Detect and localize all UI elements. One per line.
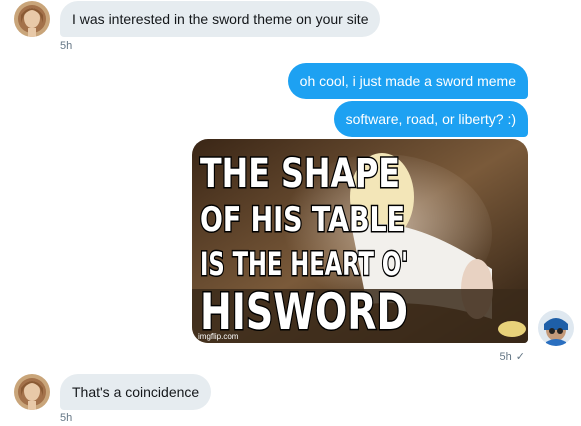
- meme-caption-line: THE SHAPE: [200, 151, 400, 197]
- user-avatar[interactable]: [538, 310, 574, 346]
- meme-caption-line: OF HIS TABLE: [200, 200, 405, 240]
- incoming-message[interactable]: That's a coincidence: [60, 374, 212, 410]
- message-timestamp: 5h ✓: [500, 350, 525, 363]
- incoming-message[interactable]: I was interested in the sword theme on y…: [60, 1, 381, 37]
- contact-avatar[interactable]: [14, 1, 50, 37]
- message-timestamp: 5h: [60, 40, 73, 52]
- meme-caption-line: IS THE HEART O': [200, 245, 408, 283]
- outgoing-message[interactable]: software, road, or liberty? :): [333, 101, 528, 137]
- message-timestamp: 5h: [60, 412, 73, 424]
- timestamp-text: 5h: [499, 351, 512, 363]
- meme-watermark: imgflip.com: [198, 332, 239, 341]
- meme-image[interactable]: THE SHAPE OF HIS TABLE IS THE HEART O' H…: [192, 139, 528, 343]
- checkmark-icon: ✓: [515, 351, 525, 363]
- outgoing-message[interactable]: oh cool, i just made a sword meme: [287, 63, 528, 99]
- contact-avatar[interactable]: [14, 374, 50, 410]
